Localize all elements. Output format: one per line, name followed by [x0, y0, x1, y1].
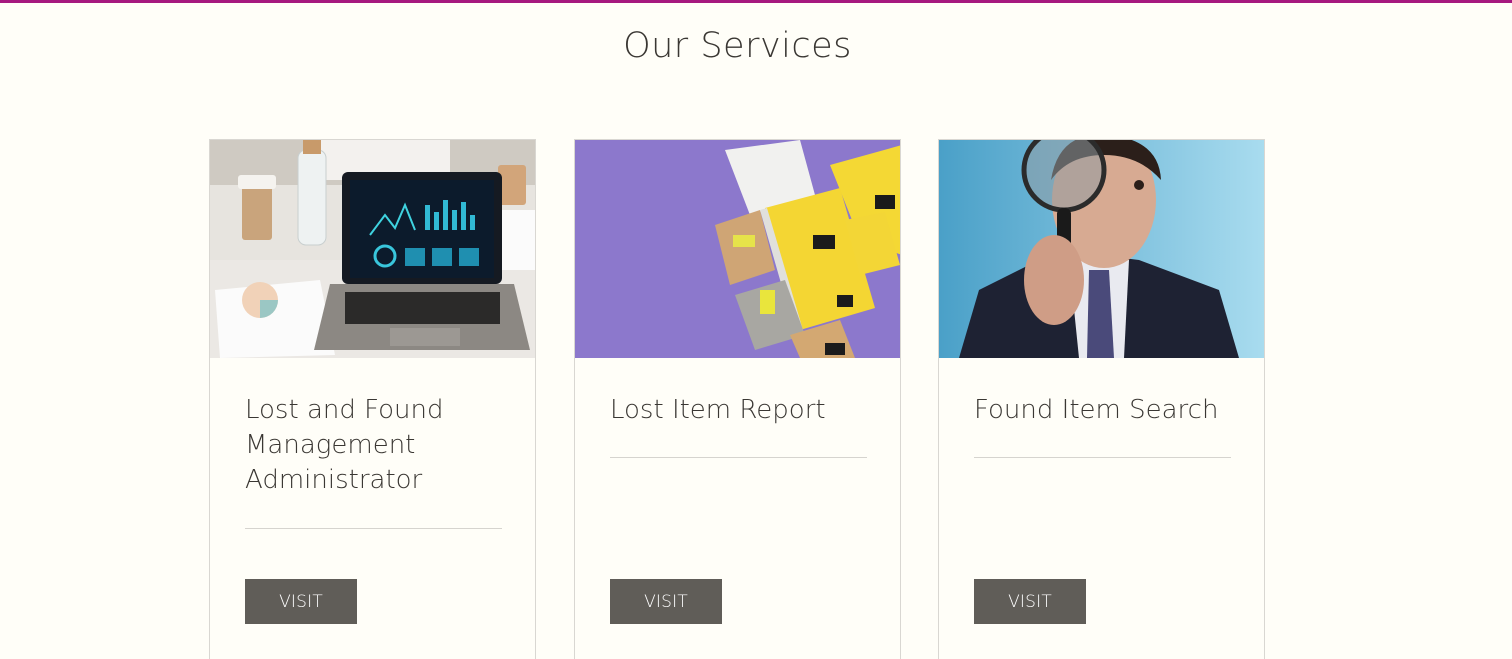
magnifying-glass-man-image: [939, 140, 1264, 358]
service-title: Lost and Found Management Administrator: [245, 395, 444, 495]
visit-button[interactable]: VISIT: [245, 579, 357, 624]
card-divider: [245, 528, 502, 529]
card-divider: [610, 457, 867, 458]
visit-button[interactable]: VISIT: [974, 579, 1086, 624]
laptop-dashboard-image: [210, 140, 535, 358]
visit-button[interactable]: VISIT: [610, 579, 722, 624]
top-accent-bar: [0, 0, 1512, 3]
service-card-admin: Lost and Found Management Administrator …: [209, 139, 536, 659]
service-title: Lost Item Report: [610, 395, 826, 425]
service-card-lost-report: Lost Item Report VISIT: [574, 139, 901, 659]
page-title: Our Services: [623, 26, 852, 66]
card-divider: [974, 457, 1231, 458]
parcels-packages-image: [575, 140, 900, 358]
service-title: Found Item Search: [974, 395, 1219, 425]
service-card-found-search: Found Item Search VISIT: [938, 139, 1265, 659]
